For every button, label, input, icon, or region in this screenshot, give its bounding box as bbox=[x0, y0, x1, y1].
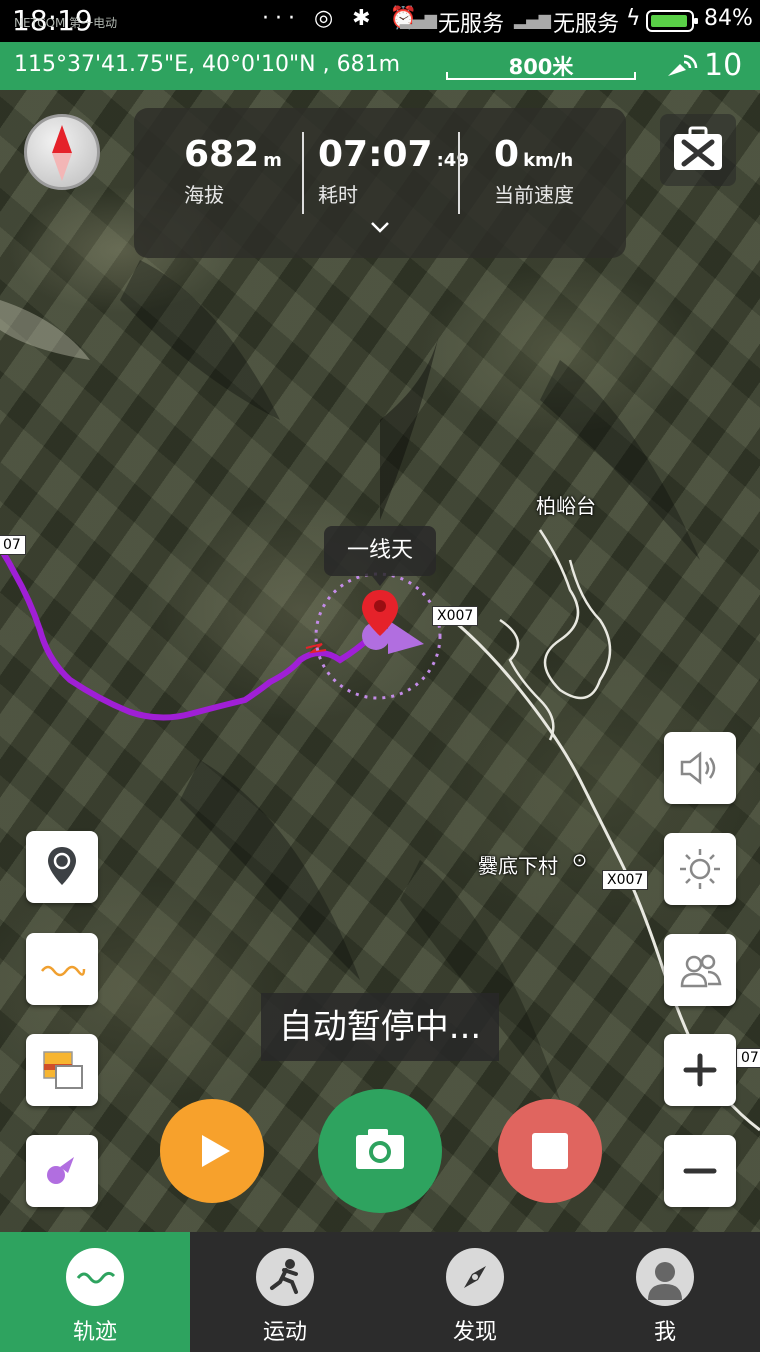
road-label: 07 bbox=[0, 535, 26, 555]
notification-icons: ··· ◎ ✱ ⏰ bbox=[262, 6, 423, 31]
tools-button[interactable] bbox=[660, 114, 736, 186]
place-label: 爨底下村 bbox=[478, 854, 558, 878]
profile-icon bbox=[636, 1248, 694, 1306]
tools-icon bbox=[674, 126, 722, 170]
town-patch bbox=[0, 300, 90, 360]
signal-icon: ▂▄▆ bbox=[400, 10, 437, 29]
track-wave-icon bbox=[66, 1248, 124, 1306]
altitude-value: 682 bbox=[184, 134, 260, 175]
road-label: 07 bbox=[736, 1048, 760, 1068]
compass-icon bbox=[446, 1248, 504, 1306]
stop-icon bbox=[532, 1133, 568, 1169]
tab-track[interactable]: 轨迹 bbox=[0, 1232, 190, 1352]
wave-line-icon bbox=[41, 965, 86, 977]
zoom-in-button[interactable] bbox=[664, 1034, 736, 1106]
waypoint-pin-icon bbox=[48, 847, 76, 885]
speed-stat: 0 km/h 当前速度 bbox=[494, 134, 574, 208]
compass-needle-icon bbox=[52, 125, 72, 181]
play-icon bbox=[202, 1135, 230, 1167]
ridge-shadow bbox=[120, 260, 280, 420]
layers-icon bbox=[43, 1051, 83, 1089]
altitude-unit: m bbox=[263, 150, 282, 171]
road-label: X007 bbox=[432, 606, 479, 626]
tab-label: 轨迹 bbox=[72, 1320, 117, 1345]
speed-value: 0 bbox=[494, 134, 520, 175]
zoom-out-button[interactable] bbox=[664, 1135, 736, 1207]
runner-icon bbox=[256, 1248, 314, 1306]
map-scale: 800米 bbox=[446, 48, 636, 82]
service-status-2: 无服务 bbox=[553, 12, 620, 37]
poi-tooltip[interactable]: 一线天 bbox=[324, 526, 436, 586]
place-label: 柏峪台 bbox=[536, 494, 596, 518]
scale-line bbox=[446, 72, 636, 80]
elapsed-time-stat: 07:07:49 耗时 bbox=[318, 134, 469, 208]
carrier-name: NETCOM 第一电动 bbox=[14, 16, 118, 30]
minus-icon bbox=[683, 1168, 717, 1174]
altitude-label: 海拔 bbox=[184, 183, 224, 207]
signal-icon: ▂▄▆ bbox=[514, 10, 551, 29]
tab-label: 运动 bbox=[262, 1320, 307, 1345]
auto-pause-message: 自动暂停中... bbox=[261, 993, 499, 1061]
coordinates-readout: 115°37'41.75"E, 40°0'10"N , 681m bbox=[14, 52, 401, 77]
track-line-button[interactable] bbox=[26, 933, 98, 1005]
compass-button[interactable] bbox=[24, 114, 100, 190]
locate-button[interactable] bbox=[26, 1135, 98, 1207]
heading-arrow bbox=[388, 620, 424, 654]
tab-label: 发现 bbox=[452, 1320, 497, 1345]
tab-label: 我 bbox=[653, 1320, 676, 1345]
chevron-down-icon[interactable] bbox=[369, 220, 391, 234]
camera-poi-icon: ⊙ bbox=[572, 850, 588, 871]
speed-unit: km/h bbox=[523, 150, 574, 171]
plus-icon bbox=[683, 1053, 717, 1087]
system-status-bar: 18:19 NETCOM 第一电动 ··· ◎ ✱ ⏰ ▂▄▆ 无服务 ▂▄▆ … bbox=[0, 0, 760, 42]
layers-button[interactable] bbox=[26, 1034, 98, 1106]
elapsed-time-value: 07:07 bbox=[318, 134, 433, 175]
brightness-button[interactable] bbox=[664, 833, 736, 905]
charging-icon: ϟ bbox=[626, 6, 641, 31]
speaker-icon bbox=[680, 751, 716, 785]
tab-discover[interactable]: 发现 bbox=[380, 1232, 570, 1352]
elapsed-time-seconds: :49 bbox=[436, 150, 469, 171]
battery-percent: 84% bbox=[704, 6, 753, 31]
gps-info-bar: 115°37'41.75"E, 40°0'10"N , 681m 800米 10 bbox=[0, 42, 760, 90]
battery-icon bbox=[646, 10, 698, 32]
ridge-shadow bbox=[180, 760, 360, 980]
divider bbox=[458, 132, 460, 214]
service-status-1: 无服务 bbox=[438, 12, 505, 37]
voice-button[interactable] bbox=[664, 732, 736, 804]
elapsed-time-label: 耗时 bbox=[318, 183, 358, 207]
tab-me[interactable]: 我 bbox=[570, 1232, 760, 1352]
team-button[interactable] bbox=[664, 934, 736, 1006]
location-arrow-icon bbox=[47, 1157, 74, 1184]
users-icon bbox=[680, 954, 722, 988]
speed-label: 当前速度 bbox=[494, 183, 574, 207]
tab-sport[interactable]: 运动 bbox=[190, 1232, 380, 1352]
camera-icon bbox=[356, 1129, 404, 1169]
ridge-shadow bbox=[400, 860, 560, 1100]
divider bbox=[302, 132, 304, 214]
more-dots-icon: ··· bbox=[262, 6, 301, 31]
bottom-tab-bar: 轨迹 运动 发现 我 bbox=[0, 1232, 760, 1352]
road-label: X007 bbox=[602, 870, 649, 890]
waypoint-button[interactable] bbox=[26, 831, 98, 903]
satellite-count: 10 bbox=[704, 48, 743, 83]
ridge-shadow bbox=[540, 360, 700, 560]
resume-button[interactable] bbox=[160, 1099, 264, 1203]
switchback-road bbox=[538, 529, 612, 700]
track-line bbox=[0, 545, 381, 721]
stats-panel[interactable]: 682 m 海拔 07:07:49 耗时 0 km/h 当前速度 bbox=[134, 108, 626, 258]
stop-button[interactable] bbox=[498, 1099, 602, 1203]
sun-icon bbox=[680, 849, 720, 889]
satellite-icon bbox=[668, 54, 698, 76]
ridge-shadow bbox=[380, 330, 440, 520]
altitude-stat: 682 m 海拔 bbox=[184, 134, 282, 208]
camera-button[interactable] bbox=[318, 1089, 442, 1213]
marker-center-dot bbox=[374, 600, 386, 612]
